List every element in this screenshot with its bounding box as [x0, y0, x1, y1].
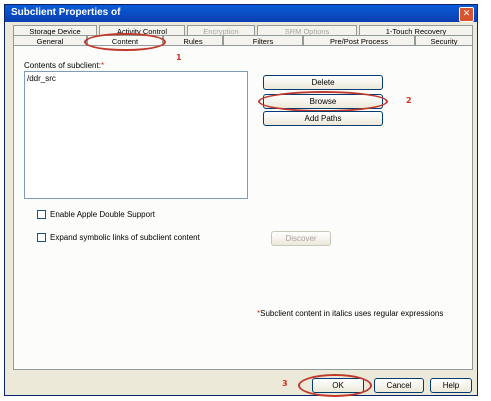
- regex-note: *Subclient content in italics uses regul…: [257, 309, 444, 318]
- close-icon[interactable]: ✕: [459, 7, 474, 22]
- callout-2: 2: [406, 96, 412, 105]
- symbolic-links-checkbox[interactable]: [37, 233, 46, 242]
- symbolic-links-label: Expand symbolic links of subclient conte…: [50, 233, 200, 242]
- cancel-button[interactable]: Cancel: [374, 378, 424, 393]
- apple-double-checkbox[interactable]: [37, 210, 46, 219]
- callout-1: 1: [176, 53, 182, 62]
- ok-button[interactable]: OK: [312, 378, 364, 393]
- title-bar: Subclient Properties of ✕: [5, 5, 477, 22]
- callout-3: 3: [282, 379, 288, 388]
- discover-button: Discover: [271, 231, 331, 246]
- add-paths-button[interactable]: Add Paths: [263, 111, 383, 126]
- contents-list[interactable]: /ddr_src: [24, 71, 248, 199]
- apple-double-label: Enable Apple Double Support: [50, 210, 155, 219]
- delete-button[interactable]: Delete: [263, 75, 383, 90]
- window-title: Subclient Properties of: [11, 7, 121, 18]
- contents-label: Contents of subclient:*: [24, 61, 105, 70]
- list-item[interactable]: /ddr_src: [27, 74, 56, 83]
- required-mark: *: [100, 61, 105, 70]
- browse-button[interactable]: Browse: [263, 94, 383, 109]
- help-button[interactable]: Help: [430, 378, 472, 393]
